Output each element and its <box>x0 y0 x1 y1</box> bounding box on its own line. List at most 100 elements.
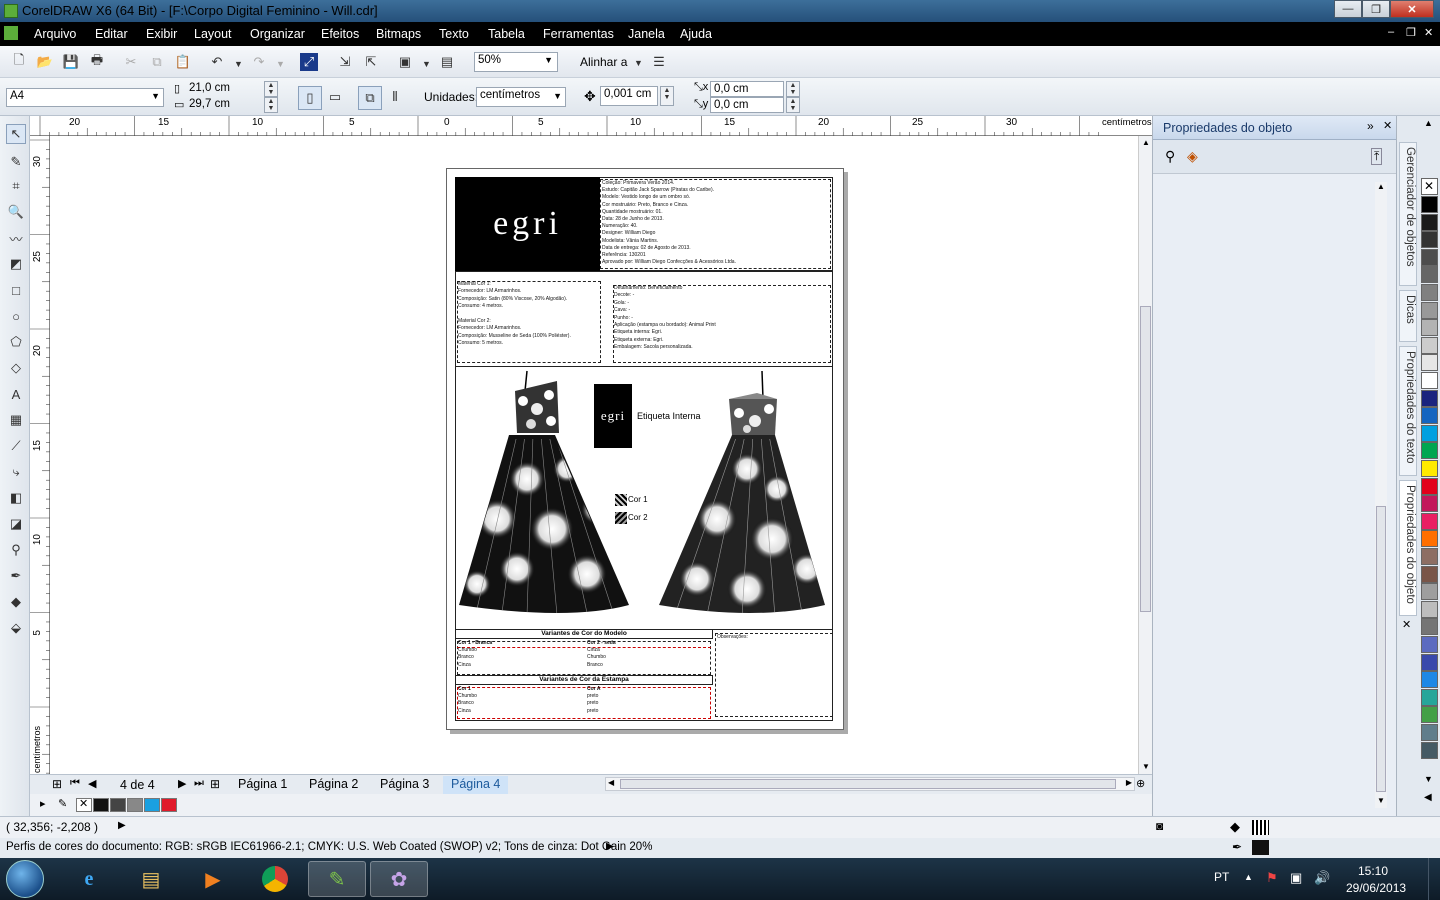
vertical-ruler[interactable]: 30 25 20 15 10 5 centímetros <box>30 136 50 776</box>
dup-y-spinner[interactable]: ▲ ▼ <box>786 97 800 113</box>
palette-color-swatch[interactable] <box>93 798 109 812</box>
height-spinner[interactable]: ▲ ▼ <box>264 97 278 113</box>
palette-color-swatch[interactable] <box>1421 354 1438 372</box>
palette-color-swatch[interactable] <box>1421 266 1438 284</box>
no-fill-swatch[interactable]: ✕ <box>1421 178 1438 195</box>
search-content-icon[interactable]: ⤢ <box>300 53 318 71</box>
palette-color-swatch[interactable] <box>1421 389 1438 407</box>
pick-tool-icon[interactable]: ↖ <box>6 124 26 144</box>
palette-color-swatch[interactable] <box>1421 424 1438 442</box>
palette-color-swatch[interactable] <box>1421 460 1438 477</box>
tab-pagina-2[interactable]: Página 2 <box>301 776 366 794</box>
minimize-button[interactable]: — <box>1334 0 1362 18</box>
close-button[interactable]: ✕ <box>1390 0 1434 18</box>
add-page-before-icon[interactable]: ⊞ <box>52 777 62 791</box>
launcher-dropdown-icon[interactable]: ▼ <box>422 59 431 69</box>
scroll-down-icon[interactable]: ▼ <box>1142 762 1150 771</box>
tab-pagina-1[interactable]: Página 1 <box>230 776 295 794</box>
tab-pagina-4[interactable]: Página 4 <box>443 776 509 794</box>
palette-color-swatch[interactable] <box>1421 565 1438 583</box>
palette-color-swatch[interactable] <box>1421 583 1438 601</box>
chrome-icon[interactable] <box>246 861 304 897</box>
cut-icon[interactable]: ✂ <box>122 53 140 71</box>
fill-properties-icon[interactable]: ◈ <box>1187 148 1198 165</box>
palette-color-swatch[interactable] <box>1421 530 1438 548</box>
align-dropdown-icon[interactable]: ▼ <box>634 58 643 68</box>
nudge-spinner[interactable]: ▲ ▼ <box>660 86 674 106</box>
fill-pattern-swatch[interactable] <box>1252 820 1269 835</box>
scroll-right-icon[interactable]: ▶ <box>1126 778 1132 787</box>
palette-color-swatch[interactable] <box>1421 407 1438 425</box>
docker-tabs-close-icon[interactable]: ✕ <box>1402 618 1411 631</box>
table-tool-icon[interactable]: ▦ <box>6 410 26 430</box>
redo-dropdown-icon[interactable]: ▼ <box>276 59 285 69</box>
doc-close-icon[interactable]: ✕ <box>1424 26 1433 39</box>
palette-color-swatch[interactable] <box>1421 512 1438 530</box>
all-pages-icon[interactable]: ⧉ <box>358 86 382 110</box>
fill-bucket-icon[interactable]: ◆ <box>1230 819 1240 835</box>
palette-color-swatch[interactable] <box>110 798 126 812</box>
vertical-scroll-thumb[interactable] <box>1140 306 1151 612</box>
palette-scroll-down-icon[interactable]: ▼ <box>1424 774 1433 784</box>
menu-janela[interactable]: Janela <box>628 27 665 41</box>
options-icon[interactable]: ☰ <box>650 53 668 71</box>
doc-minimize-icon[interactable]: – <box>1388 26 1394 38</box>
zoom-level-select[interactable]: 50% ▼ <box>474 52 558 72</box>
shape-tool-icon[interactable]: ✎ <box>6 152 26 172</box>
tab-pagina-3[interactable]: Página 3 <box>372 776 437 794</box>
interactive-fill-icon[interactable]: ⬙ <box>6 618 26 638</box>
network-icon[interactable]: ▣ <box>1290 870 1302 886</box>
palette-color-swatch[interactable] <box>1421 284 1438 301</box>
page-width-field[interactable]: 21,0 cm <box>186 81 262 97</box>
palette-color-swatch[interactable] <box>1421 477 1438 495</box>
tab-propriedades-do-texto[interactable]: Propriedades do texto <box>1399 346 1417 476</box>
palette-color-swatch[interactable] <box>1421 196 1438 213</box>
nudge-distance-field[interactable]: 0,001 cm <box>600 86 658 106</box>
prev-page-icon[interactable]: ◀ <box>88 777 96 790</box>
freehand-tool-icon[interactable]: 〰 <box>6 228 26 248</box>
palette-color-swatch[interactable] <box>1421 653 1438 671</box>
palette-color-swatch[interactable] <box>1421 688 1438 706</box>
menu-organizar[interactable]: Organizar <box>250 27 305 41</box>
duplicate-y-field[interactable]: 0,0 cm <box>710 97 784 113</box>
landscape-icon[interactable]: ▭ <box>326 88 344 106</box>
volume-icon[interactable]: 🔊 <box>1314 870 1330 886</box>
fill-tool-icon[interactable]: ◆ <box>6 592 26 612</box>
blend-tool-icon[interactable]: ◧ <box>6 488 26 508</box>
palette-color-swatch[interactable] <box>1421 231 1438 249</box>
first-page-icon[interactable]: ⏮ <box>70 777 80 790</box>
palette-color-swatch[interactable] <box>1421 213 1438 231</box>
palette-color-swatch[interactable] <box>1421 618 1438 636</box>
docker-close-icon[interactable]: ✕ <box>1383 119 1392 132</box>
palette-color-swatch[interactable] <box>1421 724 1438 741</box>
portrait-icon[interactable]: ▯ <box>298 86 322 110</box>
paste-icon[interactable]: 📋 <box>174 53 192 71</box>
status-expand-icon[interactable]: ▶ <box>118 820 126 831</box>
clock-date[interactable]: 29/06/2013 <box>1346 881 1406 895</box>
color-profiles-text[interactable]: Perfis de cores do documento: RGB: sRGB … <box>6 841 652 853</box>
palette-menu-icon[interactable]: ▸ <box>40 797 46 810</box>
welcome-screen-icon[interactable]: ▤ <box>438 53 456 71</box>
zoom-tool-icon[interactable]: 🔍 <box>6 202 26 222</box>
coreldraw-taskbar-icon[interactable]: ✎ <box>308 861 366 897</box>
palette-color-swatch[interactable] <box>1421 372 1438 389</box>
docker-scrollbar[interactable]: ▲ ▼ <box>1375 182 1387 808</box>
menu-exibir[interactable]: Exibir <box>146 27 177 41</box>
menu-efeitos[interactable]: Efeitos <box>321 27 359 41</box>
scroll-left-icon[interactable]: ◀ <box>608 778 614 787</box>
profiles-expand-icon[interactable]: ▶ <box>606 841 614 852</box>
undo-dropdown-icon[interactable]: ▼ <box>234 59 243 69</box>
docker-expand-icon[interactable]: » <box>1367 119 1374 133</box>
menu-tabela[interactable]: Tabela <box>488 27 525 41</box>
scroll-up-icon[interactable]: ▲ <box>1142 138 1150 147</box>
menu-arquivo[interactable]: Arquivo <box>34 27 76 41</box>
palette-expand-icon[interactable]: ◀ <box>1424 792 1432 803</box>
dimension-tool-icon[interactable]: ⟋ <box>6 436 26 456</box>
import-icon[interactable]: ⇲ <box>336 53 354 71</box>
clock-time[interactable]: 15:10 <box>1358 864 1388 878</box>
eyedropper-tool-icon[interactable]: ⚲ <box>6 540 26 560</box>
crop-tool-icon[interactable]: ⌗ <box>6 176 26 196</box>
media-player-icon[interactable]: ▶ <box>184 861 242 897</box>
navigator-icon[interactable]: ⊕ <box>1136 777 1145 790</box>
open-icon[interactable]: 📂 <box>36 53 54 71</box>
